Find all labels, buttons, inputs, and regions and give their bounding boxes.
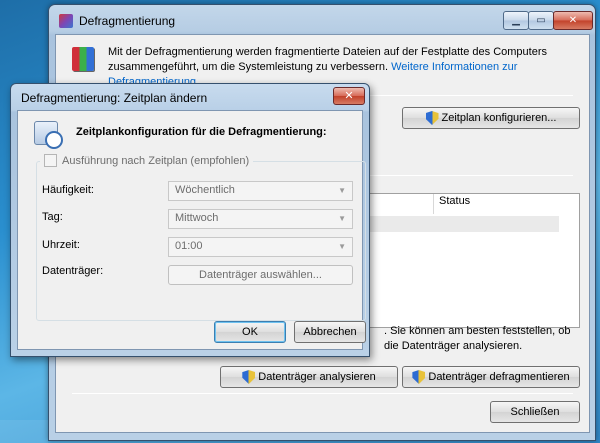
dropdown-arrow-icon: ▼ xyxy=(338,186,346,195)
frequency-label: Häufigkeit: xyxy=(42,184,94,196)
analyze-disk-label: Datenträger analysieren xyxy=(258,371,376,383)
dialog-heading: Zeitplankonfiguration für die Defragment… xyxy=(76,126,327,138)
disks-label: Datenträger: xyxy=(42,265,104,277)
maximize-button[interactable]: ▭ xyxy=(528,11,554,30)
uac-shield-icon xyxy=(425,111,439,125)
time-value: 01:00 xyxy=(175,240,203,252)
dialog-close-button[interactable]: ✕ xyxy=(333,87,365,105)
minimize-icon: ▁ xyxy=(512,15,520,26)
calendar-clock-icon xyxy=(34,121,63,149)
dropdown-arrow-icon: ▼ xyxy=(338,214,346,223)
frequency-value: Wöchentlich xyxy=(175,184,235,196)
configure-schedule-button[interactable]: Zeitplan konfigurieren... xyxy=(402,107,580,129)
maximize-icon: ▭ xyxy=(536,15,546,26)
configure-schedule-label: Zeitplan konfigurieren... xyxy=(441,112,557,124)
defrag-app-icon xyxy=(59,14,73,28)
analyze-hint-text: . Sie können am besten feststellen, ob d… xyxy=(384,325,571,352)
dropdown-arrow-icon: ▼ xyxy=(338,242,346,251)
ok-button[interactable]: OK xyxy=(214,321,286,343)
dialog-title: Defragmentierung: Zeitplan ändern xyxy=(21,91,208,105)
column-separator xyxy=(433,194,434,214)
uac-shield-icon xyxy=(412,370,426,384)
uac-shield-icon xyxy=(242,370,256,384)
schedule-checkbox-label[interactable]: Ausführung nach Zeitplan (empfohlen) xyxy=(62,155,249,167)
desktop-background xyxy=(0,420,48,443)
defragment-disk-button[interactable]: Datenträger defragmentieren xyxy=(402,366,580,388)
schedule-checkbox-row[interactable]: Ausführung nach Zeitplan (empfohlen) xyxy=(40,154,254,167)
close-window-button[interactable]: ✕ xyxy=(553,11,593,30)
main-titlebar[interactable]: Defragmentierung ▁ ▭ ✕ xyxy=(49,5,595,35)
minimize-button[interactable]: ▁ xyxy=(503,11,529,30)
defragment-disk-label: Datenträger defragmentieren xyxy=(428,371,570,383)
dialog-client-area: Zeitplankonfiguration für die Defragment… xyxy=(17,110,366,350)
close-icon: ✕ xyxy=(344,90,354,102)
close-icon: ✕ xyxy=(568,15,578,26)
column-header-status[interactable]: Status xyxy=(439,195,470,207)
schedule-checkbox[interactable] xyxy=(44,154,57,167)
analyze-disk-button[interactable]: Datenträger analysieren xyxy=(220,366,398,388)
schedule-dialog: Defragmentierung: Zeitplan ändern ✕ Zeit… xyxy=(10,83,370,357)
close-button[interactable]: Schließen xyxy=(490,401,580,423)
day-value: Mittwoch xyxy=(175,212,219,224)
day-dropdown[interactable]: Mittwoch ▼ xyxy=(168,209,353,229)
main-window-title: Defragmentierung xyxy=(79,14,176,28)
frequency-dropdown[interactable]: Wöchentlich ▼ xyxy=(168,181,353,201)
time-dropdown[interactable]: 01:00 ▼ xyxy=(168,237,353,257)
defrag-icon xyxy=(72,47,94,71)
cancel-button[interactable]: Abbrechen xyxy=(294,321,366,343)
time-label: Uhrzeit: xyxy=(42,239,80,251)
day-label: Tag: xyxy=(42,211,63,223)
select-disks-button[interactable]: Datenträger auswählen... xyxy=(168,265,353,285)
separator xyxy=(72,393,573,394)
